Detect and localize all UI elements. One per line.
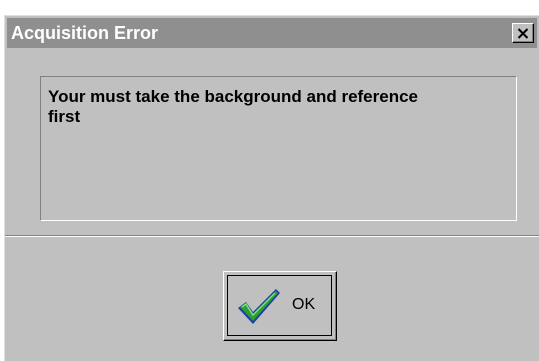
message-panel: Your must take the background and refere… (40, 76, 517, 221)
divider (5, 235, 539, 237)
close-icon (517, 27, 529, 39)
close-button[interactable] (512, 23, 534, 43)
checkmark-icon (238, 289, 280, 324)
error-message: Your must take the background and refere… (48, 87, 418, 126)
title-bar[interactable]: Acquisition Error (7, 18, 537, 48)
ok-button[interactable]: OK (223, 271, 337, 341)
ok-label: OK (292, 296, 316, 313)
acquisition-error-dialog: Acquisition Error Your must take the bac… (4, 15, 539, 361)
dialog-title: Acquisition Error (11, 22, 159, 43)
